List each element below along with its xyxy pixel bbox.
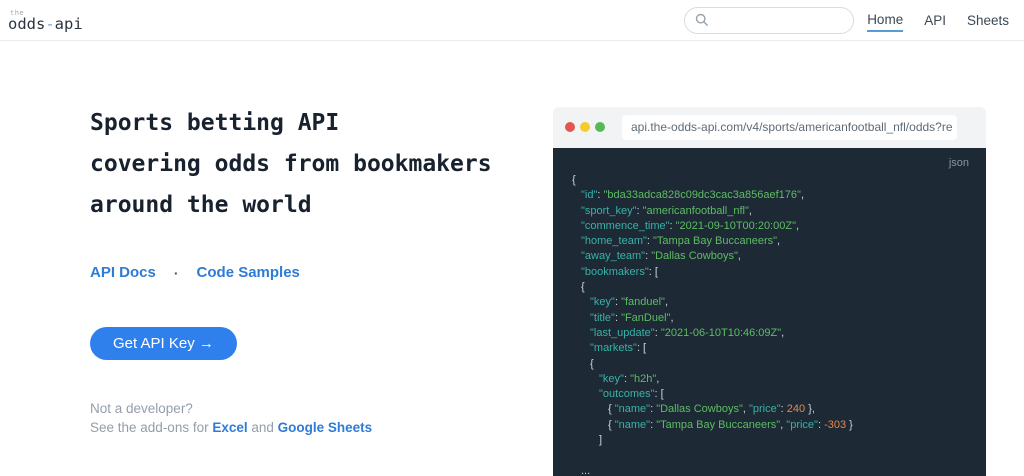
traffic-light-green-icon bbox=[595, 122, 605, 132]
code-line: ] bbox=[572, 433, 978, 448]
browser-mockup: api.the-odds-api.com/v4/sports/americanf… bbox=[553, 107, 986, 476]
code-line: "title": "FanDuel", bbox=[572, 311, 978, 326]
search-input[interactable] bbox=[715, 13, 843, 27]
logo[interactable]: the odds-api bbox=[8, 8, 83, 33]
code-line: { bbox=[572, 280, 978, 295]
code-block: {"id": "bda33adca828c09dc3cac3a856aef176… bbox=[553, 171, 986, 476]
footnote-line-1: Not a developer? bbox=[90, 399, 560, 418]
code-line: { "name": "Dallas Cowboys", "price": 240… bbox=[572, 402, 978, 417]
hero-section: Sports betting API covering odds from bo… bbox=[90, 103, 560, 437]
code-line: "key": "fanduel", bbox=[572, 295, 978, 310]
browser-chrome-bar: api.the-odds-api.com/v4/sports/americanf… bbox=[553, 107, 986, 148]
language-badge: json bbox=[553, 148, 986, 171]
code-panel: json {"id": "bda33adca828c09dc3cac3a856a… bbox=[553, 148, 986, 476]
code-line: { bbox=[572, 357, 978, 372]
title-line-3: around the world bbox=[90, 185, 560, 226]
url-bar: api.the-odds-api.com/v4/sports/americanf… bbox=[622, 115, 957, 140]
code-samples-link[interactable]: Code Samples bbox=[197, 264, 300, 281]
traffic-light-yellow-icon bbox=[580, 122, 590, 132]
search-box bbox=[684, 7, 854, 34]
nav-link-home[interactable]: Home bbox=[867, 8, 903, 32]
code-line: "commence_time": "2021-09-10T00:20:00Z", bbox=[572, 219, 978, 234]
get-api-key-button[interactable]: Get API Key → bbox=[90, 327, 237, 360]
code-line: "home_team": "Tampa Bay Buccaneers", bbox=[572, 234, 978, 249]
link-separator: · bbox=[174, 265, 179, 281]
excel-addon-link[interactable]: Excel bbox=[212, 420, 247, 435]
google-sheets-addon-link[interactable]: Google Sheets bbox=[278, 420, 373, 435]
traffic-light-red-icon bbox=[565, 122, 575, 132]
code-line: "markets": [ bbox=[572, 341, 978, 356]
code-line: "last_update": "2021-06-10T10:46:09Z", bbox=[572, 326, 978, 341]
code-line: "bookmakers": [ bbox=[572, 265, 978, 280]
footnote-line-2: See the add-ons for Excel and Google She… bbox=[90, 418, 560, 437]
code-line: "sport_key": "americanfootball_nfl", bbox=[572, 204, 978, 219]
logo-wordmark: odds-api bbox=[8, 15, 83, 33]
header: the odds-api Home API Sheets bbox=[0, 0, 1024, 41]
api-docs-link[interactable]: API Docs bbox=[90, 264, 156, 281]
title-line-2: covering odds from bookmakers bbox=[90, 144, 560, 185]
hero-links: API Docs · Code Samples bbox=[90, 264, 560, 281]
code-line: "away_team": "Dallas Cowboys", bbox=[572, 249, 978, 264]
code-line bbox=[572, 448, 978, 463]
main-nav: Home API Sheets bbox=[867, 8, 1009, 32]
code-line: { bbox=[572, 173, 978, 188]
code-line: "key": "h2h", bbox=[572, 372, 978, 387]
code-line: "outcomes": [ bbox=[572, 387, 978, 402]
nav-link-api[interactable]: API bbox=[924, 9, 946, 31]
nav-link-sheets[interactable]: Sheets bbox=[967, 9, 1009, 31]
code-line: "id": "bda33adca828c09dc3cac3a856aef176"… bbox=[572, 188, 978, 203]
title-line-1: Sports betting API bbox=[90, 103, 560, 144]
page-title: Sports betting API covering odds from bo… bbox=[90, 103, 560, 226]
footnote: Not a developer? See the add-ons for Exc… bbox=[90, 399, 560, 437]
code-line: ... bbox=[572, 464, 978, 476]
code-line: { "name": "Tampa Bay Buccaneers", "price… bbox=[572, 418, 978, 433]
search-icon bbox=[695, 13, 709, 27]
